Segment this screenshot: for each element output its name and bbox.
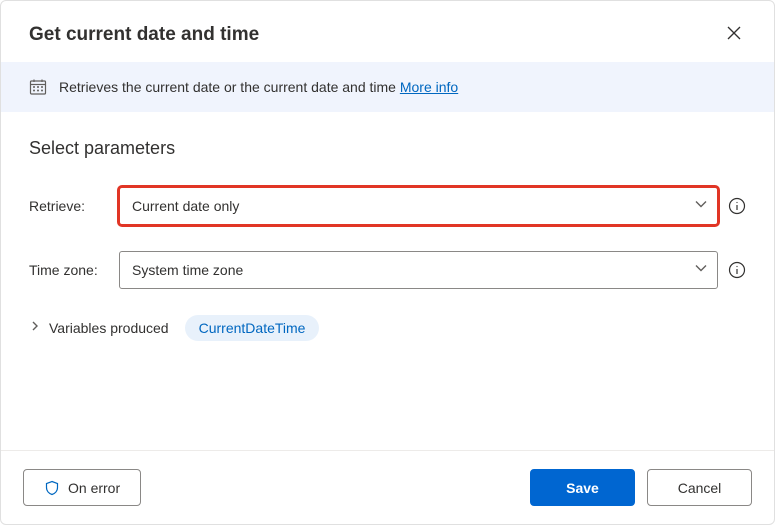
- calendar-icon: [29, 78, 47, 96]
- variable-chip[interactable]: CurrentDateTime: [185, 315, 320, 341]
- retrieve-select[interactable]: Current date only: [119, 187, 718, 225]
- banner-description: Retrieves the current date or the curren…: [59, 79, 400, 95]
- dialog-footer: On error Save Cancel: [1, 450, 774, 524]
- save-button[interactable]: Save: [530, 469, 635, 506]
- retrieve-value: Current date only: [132, 198, 239, 214]
- timezone-label: Time zone:: [29, 262, 109, 278]
- more-info-link[interactable]: More info: [400, 79, 458, 95]
- dialog-header: Get current date and time: [1, 1, 774, 62]
- retrieve-label: Retrieve:: [29, 198, 109, 214]
- dialog-content: Select parameters Retrieve: Current date…: [1, 112, 774, 450]
- close-icon: [726, 29, 742, 44]
- footer-actions: Save Cancel: [530, 469, 752, 506]
- cancel-label: Cancel: [678, 480, 722, 496]
- param-row-retrieve: Retrieve: Current date only: [29, 187, 746, 225]
- dialog-title: Get current date and time: [29, 24, 259, 46]
- retrieve-info-icon[interactable]: [728, 197, 746, 215]
- variables-expand-toggle[interactable]: [29, 319, 41, 337]
- info-banner: Retrieves the current date or the curren…: [1, 62, 774, 112]
- variables-label: Variables produced: [49, 320, 169, 336]
- variables-row: Variables produced CurrentDateTime: [29, 315, 746, 341]
- on-error-label: On error: [68, 480, 120, 496]
- save-label: Save: [566, 480, 599, 496]
- timezone-select-wrap: System time zone: [119, 251, 718, 289]
- timezone-info-icon[interactable]: [728, 261, 746, 279]
- timezone-select[interactable]: System time zone: [119, 251, 718, 289]
- banner-text: Retrieves the current date or the curren…: [59, 79, 458, 95]
- close-button[interactable]: [722, 21, 746, 48]
- cancel-button[interactable]: Cancel: [647, 469, 752, 506]
- section-title: Select parameters: [29, 138, 746, 159]
- timezone-value: System time zone: [132, 262, 243, 278]
- param-row-timezone: Time zone: System time zone: [29, 251, 746, 289]
- shield-icon: [44, 480, 60, 496]
- retrieve-select-wrap: Current date only: [119, 187, 718, 225]
- on-error-button[interactable]: On error: [23, 469, 141, 506]
